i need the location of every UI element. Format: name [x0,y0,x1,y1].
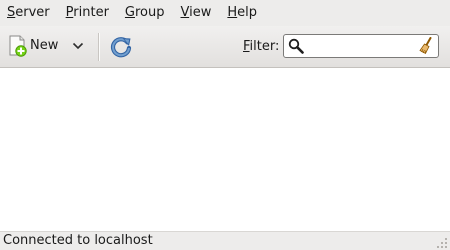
resize-grip-icon[interactable] [436,237,448,249]
status-text: Connected to localhost [3,233,153,248]
menu-view-mnemonic: V [180,5,190,20]
menu-server-label: erver [15,5,50,20]
toolbar-separator [98,33,99,61]
menu-printer-label: rinter [73,5,109,20]
menu-bar: Server Printer Group View Help [0,0,450,26]
filter-input[interactable] [306,37,414,55]
menu-help-mnemonic: H [227,5,238,20]
new-button-label: New [30,38,59,53]
printer-config-window: Server Printer Group View Help New Filte… [0,0,450,250]
new-printer-icon [6,34,28,58]
filter-field[interactable] [283,34,439,58]
menu-help[interactable]: Help [219,0,265,26]
refresh-icon [108,37,134,64]
menu-group[interactable]: Group [117,0,173,26]
menu-group-label: roup [135,5,165,20]
search-icon[interactable] [288,38,304,54]
clear-broom-icon[interactable] [418,37,434,55]
new-dropdown-button[interactable] [68,37,88,55]
menu-view[interactable]: View [173,0,220,26]
menu-help-label: elp [237,5,258,20]
menu-server[interactable]: Server [0,0,58,26]
status-bar: Connected to localhost [0,231,450,250]
refresh-button[interactable] [108,34,134,60]
menu-view-label: iew [189,5,212,20]
filter-label-text: ilter: [249,39,280,54]
new-button[interactable]: New [6,31,58,61]
toolbar: New Filter: [0,26,450,68]
printer-list-area[interactable] [0,68,450,231]
chevron-down-icon [72,39,84,54]
menu-group-mnemonic: G [124,5,135,20]
filter-label: Filter: [243,26,279,67]
menu-printer[interactable]: Printer [58,0,117,26]
